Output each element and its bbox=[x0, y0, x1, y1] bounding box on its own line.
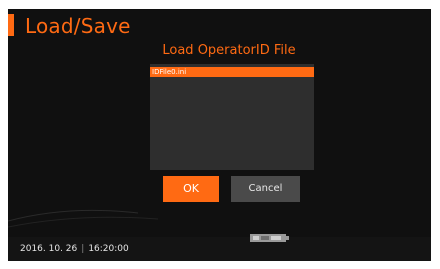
load-save-screen: Load/Save Load OperatorID File IDFile0.i… bbox=[8, 9, 431, 261]
time-separator: | bbox=[81, 244, 85, 254]
page-title: Load/Save bbox=[25, 14, 131, 38]
cancel-button[interactable]: Cancel bbox=[231, 176, 300, 202]
date-text: 2016. 10. 26 bbox=[20, 244, 78, 254]
device-status-icon bbox=[250, 234, 289, 242]
date-time: 2016. 10. 26 | 16:20:00 bbox=[20, 243, 129, 255]
status-bar: 2016. 10. 26 | 16:20:00 bbox=[8, 234, 431, 261]
time-text: 16:20:00 bbox=[88, 244, 129, 254]
title-accent-bar bbox=[8, 14, 14, 36]
ok-button[interactable]: OK bbox=[163, 176, 219, 202]
dialog-title: Load OperatorID File bbox=[162, 43, 296, 58]
file-list[interactable]: IDFile0.ini bbox=[150, 64, 314, 170]
file-list-item[interactable]: IDFile0.ini bbox=[150, 67, 314, 77]
